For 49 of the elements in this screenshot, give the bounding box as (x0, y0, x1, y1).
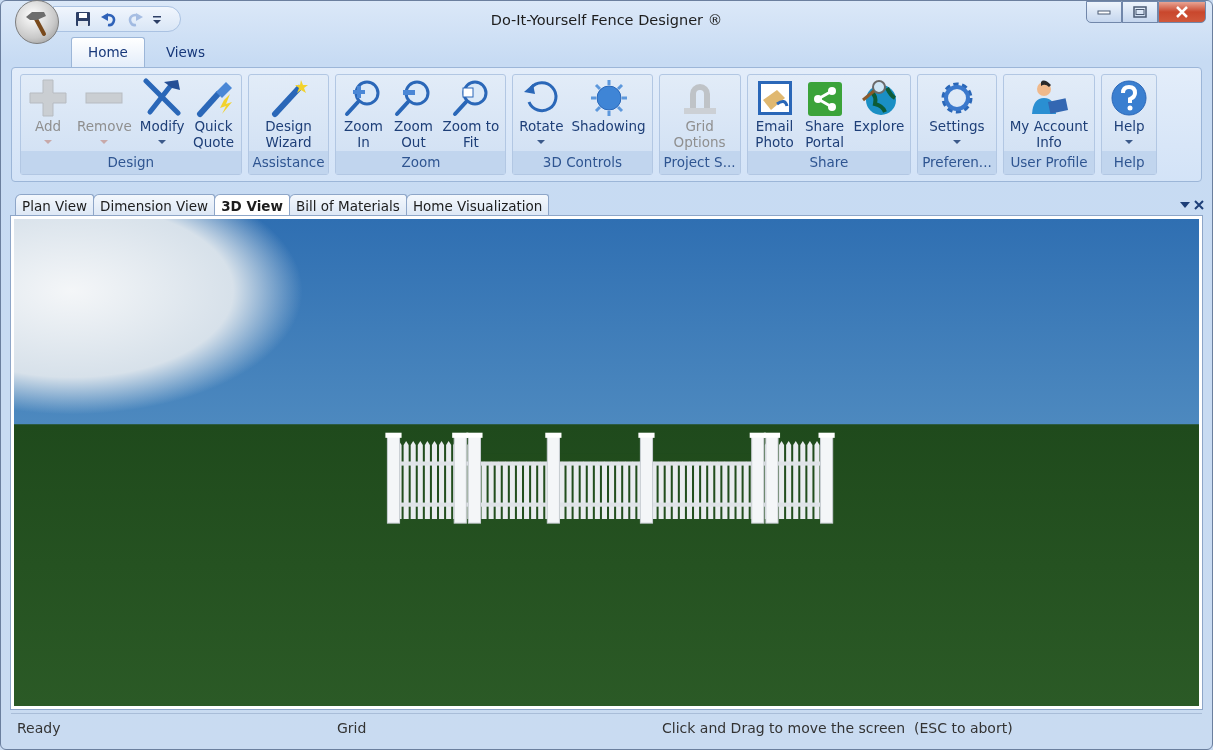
window-title: Do-It-Yourself Fence Designer ® (490, 11, 723, 30)
ribbon-group-label: Zoom (336, 150, 506, 174)
ribbon-group-label: Help (1102, 150, 1157, 174)
status-text: Ready (16, 719, 62, 738)
ribbon-button[interactable]: Help (1104, 75, 1155, 151)
ribbon-group-label: Assistance (248, 150, 329, 174)
ribbon-button[interactable]: Quick Quote (188, 75, 239, 151)
ribbon-button[interactable]: Modify (135, 75, 189, 151)
ribbon-button[interactable]: Zoom to Fit (438, 75, 504, 151)
status-text: Click and Drag to move the screen (ESC to abort) (661, 719, 1013, 738)
ribbon-button[interactable]: Shadowing (567, 75, 650, 151)
plus-icon (28, 78, 68, 118)
document-tab[interactable]: Home Visualization (405, 193, 550, 216)
help-icon (1109, 78, 1150, 118)
close-button[interactable] (1158, 1, 1206, 23)
ribbon-group-label: Preferen... (918, 150, 996, 174)
hammer-and-screwdriver-icon (142, 78, 183, 118)
dropdown-icon[interactable] (1180, 202, 1190, 208)
ribbon-button[interactable]: Email Photo (749, 75, 800, 151)
ribbon-group-label: Design (21, 150, 241, 174)
status-text: Grid (336, 719, 368, 738)
ribbon-tab[interactable]: Home (71, 36, 145, 67)
application-menu-button[interactable] (15, 0, 59, 44)
ribbon-group-label: User Profile (1003, 150, 1095, 174)
ribbon-button[interactable]: Zoom In (338, 75, 389, 151)
sun-icon (588, 78, 629, 118)
ribbon-group-label: 3D Controls (513, 150, 652, 174)
ribbon-button[interactable]: Settings (925, 75, 989, 151)
ribbon-button[interactable]: My Account Info (1005, 75, 1093, 151)
3d-scene-view[interactable] (11, 216, 1202, 709)
document-tab[interactable]: 3D View (214, 193, 290, 216)
close-icon[interactable] (1194, 200, 1204, 210)
ribbon-group-label: Project S... (659, 150, 740, 174)
ribbon-button[interactable]: Design Wizard (261, 75, 316, 151)
minimize-icon (1097, 9, 1111, 15)
ribbon-button[interactable]: Rotate (515, 75, 568, 151)
ribbon-button[interactable]: Zoom Out (388, 75, 439, 151)
minimize-button[interactable] (1086, 1, 1122, 23)
ribbon-group-label: Share (747, 150, 911, 174)
maximize-button[interactable] (1122, 1, 1158, 23)
save-button[interactable] (74, 10, 92, 28)
ribbon-button[interactable]: Explore (849, 75, 909, 151)
document-tab[interactable]: Bill of Materials (288, 193, 407, 216)
ribbon-tab[interactable]: Views (148, 36, 222, 67)
maximize-icon (1133, 6, 1147, 18)
undo-button[interactable] (100, 10, 118, 28)
close-icon (1175, 6, 1189, 18)
document-tab[interactable]: Dimension View (93, 193, 216, 216)
ribbon-button[interactable]: Share Portal (799, 75, 850, 151)
